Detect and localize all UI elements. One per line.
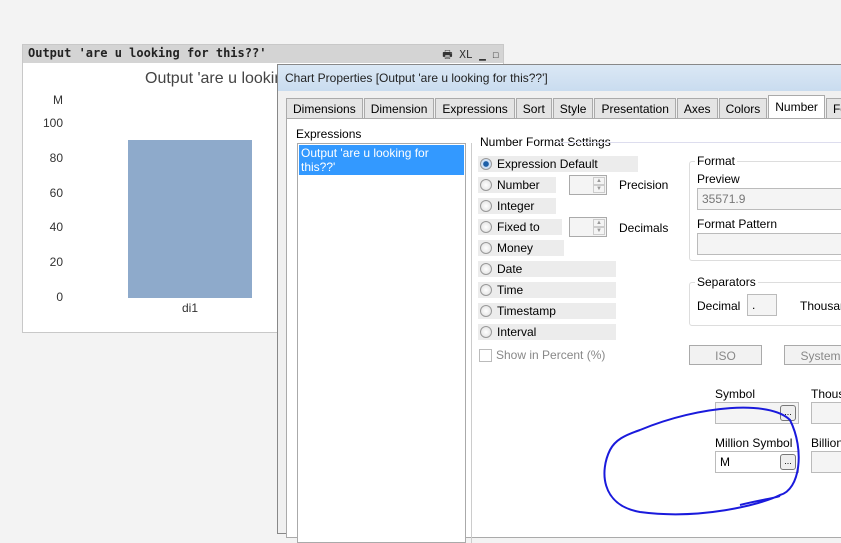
hand-drawn-circle-annotation bbox=[603, 406, 800, 516]
